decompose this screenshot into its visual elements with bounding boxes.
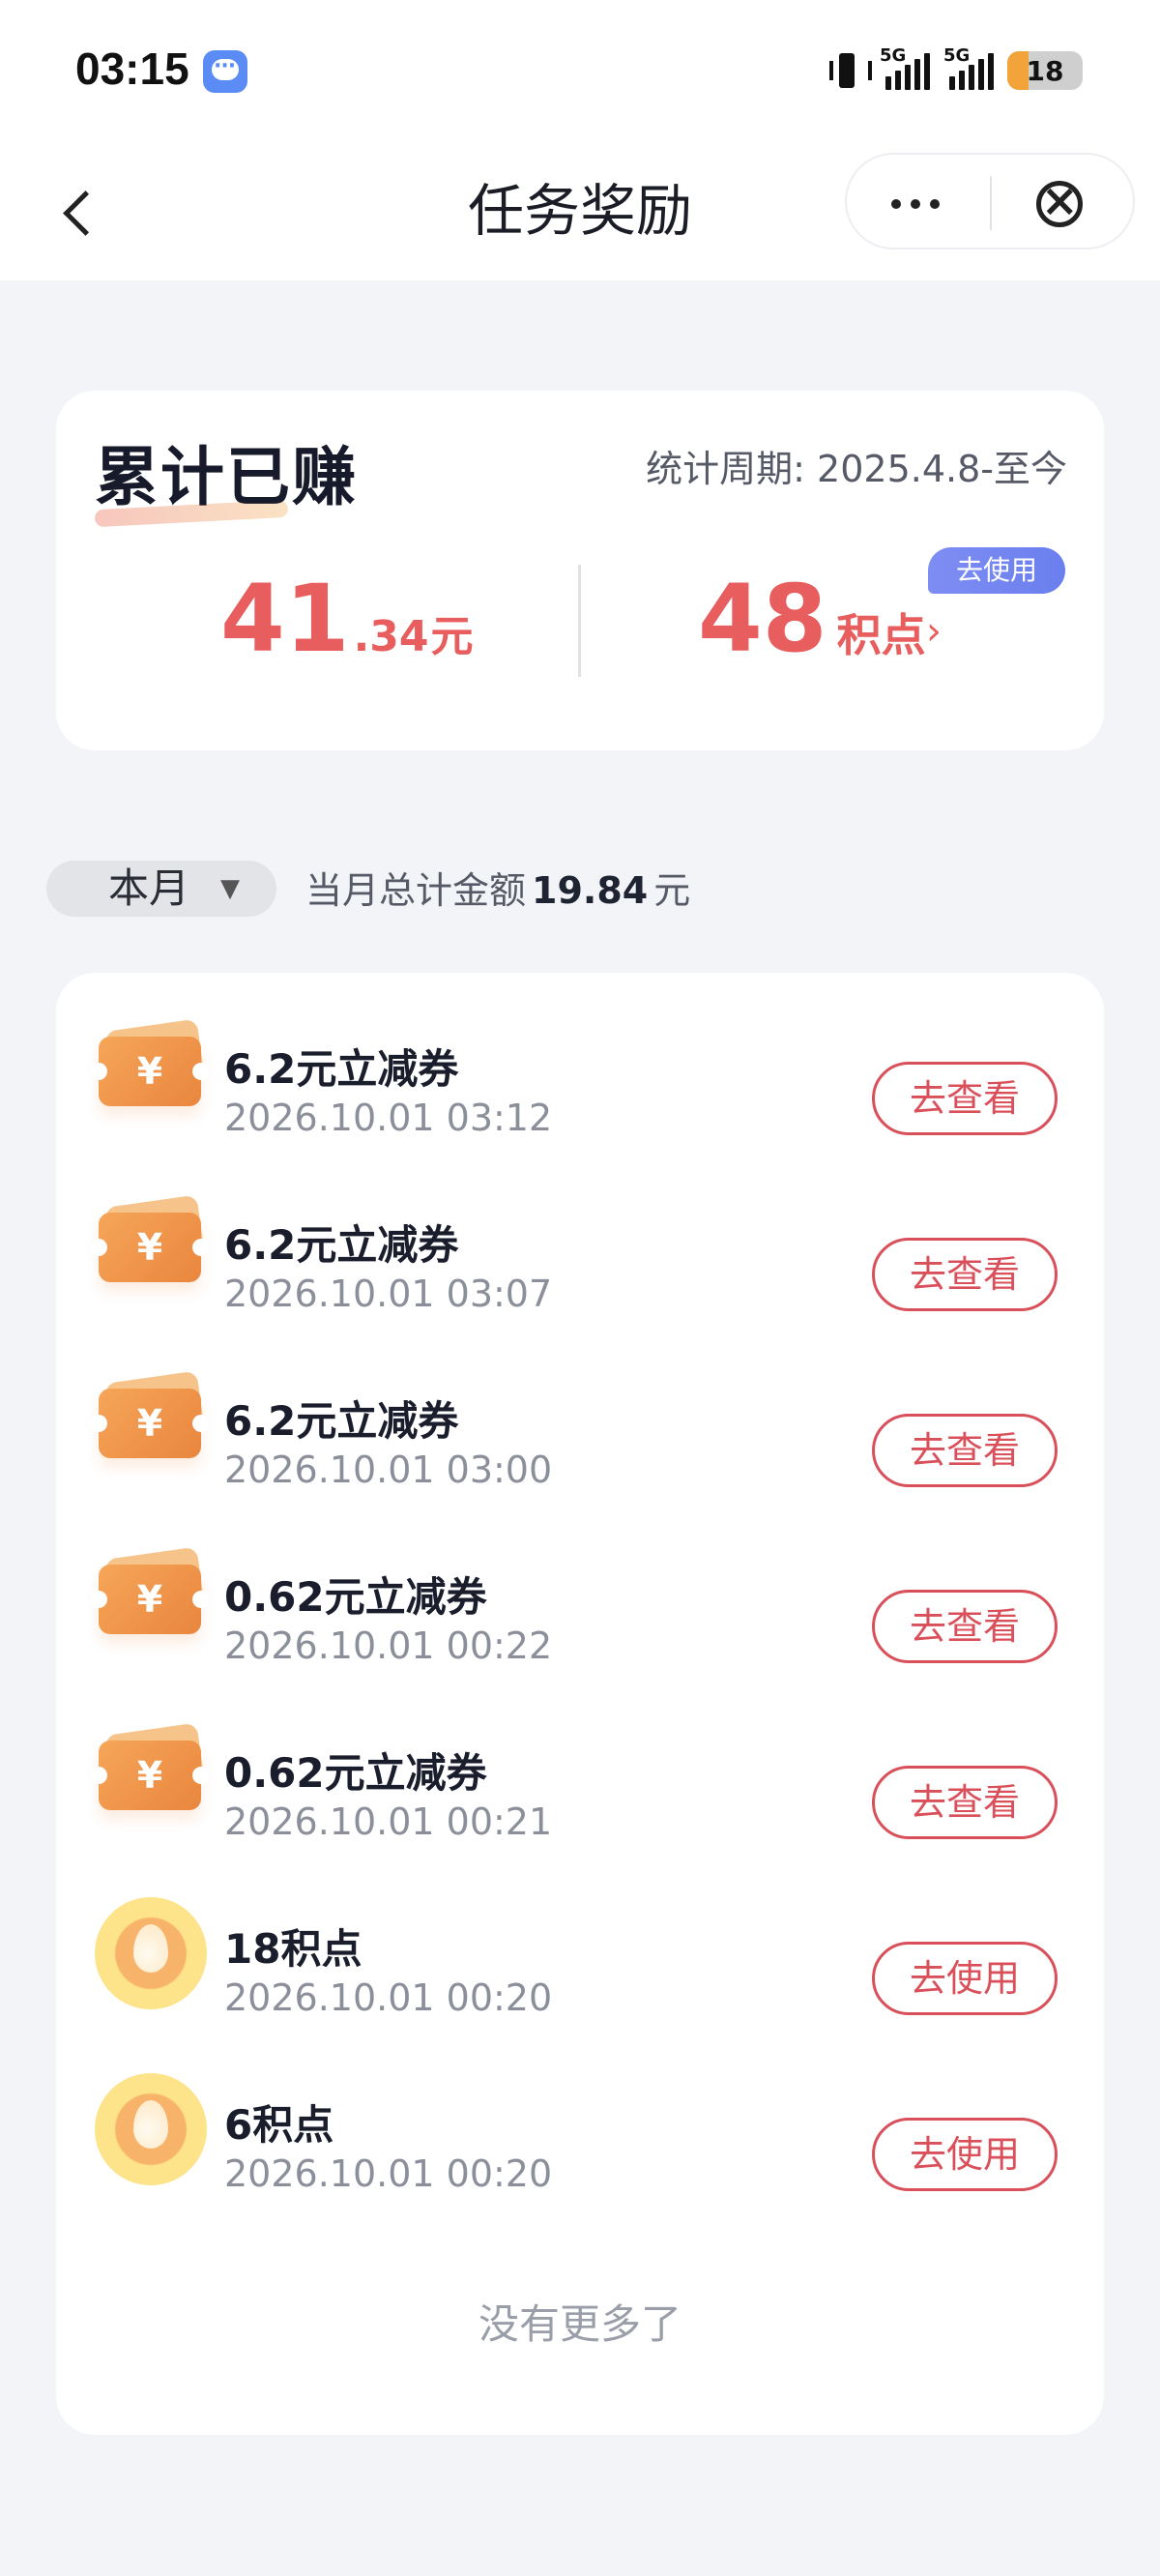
view-coupon-button[interactable]: 去查看 [872, 1238, 1058, 1311]
item-title: 6.2元立减券 [224, 1045, 459, 1093]
summary-divider [578, 565, 581, 677]
list-item: 18积点 2026.10.01 00:20 去使用 [56, 1853, 1104, 2029]
money-integer: 41 [220, 565, 350, 673]
coupon-front-ticket: ¥ [90, 1565, 210, 1634]
network-label: 5G [943, 45, 971, 66]
signal-icon: 5G [880, 45, 930, 90]
vibrate-icon [827, 51, 872, 90]
yen-coupon-icon: ¥ [90, 1193, 210, 1305]
signal-bar [959, 71, 965, 90]
points-drop-icon [95, 1897, 207, 2009]
signal-bar [924, 53, 930, 90]
signal-bar [978, 59, 984, 90]
more-options-button[interactable] [847, 155, 992, 248]
list-item: ¥ 6.2元立减券 2026.10.01 03:00 去查看 [56, 1325, 1104, 1501]
yen-coupon-icon: ¥ [90, 1545, 210, 1657]
earnings-summary-card: 累计已赚 统计周期: 2025.4.8-至今 41 .34 元 48 积点 › … [56, 391, 1104, 750]
statistics-period: 统计周期: 2025.4.8-至今 [646, 448, 1067, 490]
status-time: 03:15 [75, 44, 189, 94]
month-total-unit: 元 [653, 869, 691, 912]
month-selector-label: 本月 [108, 864, 190, 912]
points-drop-icon [95, 2073, 207, 2185]
month-total: 当月总计金额 19.84 元 [305, 863, 690, 919]
month-total-amount: 19.84 [532, 869, 649, 912]
signal-icon: 5G [943, 45, 994, 90]
coupon-front-ticket: ¥ [90, 1741, 210, 1810]
signal-bar [914, 59, 920, 90]
battery-level: 18 [1026, 54, 1064, 87]
coupon-front-ticket: ¥ [90, 1389, 210, 1458]
list-item: ¥ 6.2元立减券 2026.10.01 03:07 去查看 [56, 1149, 1104, 1325]
item-time: 2026.10.01 00:22 [224, 1625, 553, 1667]
signal-bar [969, 65, 974, 90]
use-points-badge[interactable]: 去使用 [928, 547, 1065, 594]
signal-bar [949, 76, 955, 90]
coupon-front-ticket: ¥ [90, 1037, 210, 1106]
view-coupon-button[interactable]: 去查看 [872, 1766, 1058, 1839]
status-bar: 03:15 5G 5G 18 [0, 0, 1160, 143]
yen-coupon-icon: ¥ [90, 1721, 210, 1833]
message-app-icon [203, 50, 247, 93]
item-time: 2026.10.01 03:00 [224, 1449, 553, 1491]
use-points-button[interactable]: 去使用 [872, 2118, 1058, 2191]
signal-bar [895, 71, 901, 90]
view-coupon-button[interactable]: 去查看 [872, 1590, 1058, 1663]
list-item: ¥ 0.62元立减券 2026.10.01 00:21 去查看 [56, 1677, 1104, 1853]
month-selector[interactable]: 本月 ▼ [46, 861, 276, 917]
points-unit: 积点 [836, 609, 926, 661]
item-title: 6积点 [224, 2101, 334, 2149]
chevron-right-icon[interactable]: › [926, 609, 942, 654]
total-money: 41 .34 元 [220, 565, 474, 673]
list-item: ¥ 6.2元立减券 2026.10.01 03:12 去查看 [56, 973, 1104, 1149]
month-total-prefix: 当月总计金额 [305, 869, 527, 912]
item-time: 2026.10.01 00:20 [224, 2152, 553, 2195]
item-time: 2026.10.01 03:12 [224, 1097, 553, 1139]
nav-bar: 任务奖励 [0, 143, 1160, 280]
close-button[interactable] [988, 155, 1133, 248]
list-item: ¥ 0.62元立减券 2026.10.01 00:22 去查看 [56, 1501, 1104, 1677]
item-title: 18积点 [224, 1925, 362, 1973]
summary-title: 累计已赚 [95, 440, 358, 514]
signal-bar [988, 53, 994, 90]
item-title: 6.2元立减券 [224, 1221, 459, 1269]
yen-coupon-icon: ¥ [90, 1017, 210, 1129]
item-time: 2026.10.01 00:20 [224, 1976, 553, 2019]
coupon-front-ticket: ¥ [90, 1213, 210, 1282]
item-time: 2026.10.01 03:07 [224, 1273, 553, 1315]
total-points[interactable]: 48 积点 [698, 565, 926, 673]
item-title: 0.62元立减券 [224, 1573, 487, 1621]
money-decimal: .34 [353, 612, 429, 661]
status-indicators: 5G 5G 18 [827, 45, 1083, 95]
mini-program-capsule [845, 153, 1135, 249]
list-end-text: 没有更多了 [478, 2300, 682, 2348]
list-item: 6积点 2026.10.01 00:20 去使用 [56, 2029, 1104, 2205]
use-points-button[interactable]: 去使用 [872, 1942, 1058, 2015]
network-label: 5G [880, 45, 907, 66]
yen-coupon-icon: ¥ [90, 1369, 210, 1481]
item-title: 6.2元立减券 [224, 1397, 459, 1445]
battery-icon: 18 [1007, 51, 1083, 90]
signal-bar [905, 65, 911, 90]
caret-down-icon: ▼ [220, 874, 240, 903]
item-time: 2026.10.01 00:21 [224, 1800, 553, 1843]
points-number: 48 [698, 565, 827, 673]
item-title: 0.62元立减券 [224, 1749, 487, 1797]
summary-title-wrap: 累计已赚 [94, 425, 358, 528]
reward-list: ¥ 6.2元立减券 2026.10.01 03:12 去查看 ¥ 6.2元立减券… [56, 973, 1104, 2435]
money-unit: 元 [430, 612, 474, 661]
view-coupon-button[interactable]: 去查看 [872, 1414, 1058, 1487]
signal-bar [885, 76, 891, 90]
view-coupon-button[interactable]: 去查看 [872, 1062, 1058, 1135]
